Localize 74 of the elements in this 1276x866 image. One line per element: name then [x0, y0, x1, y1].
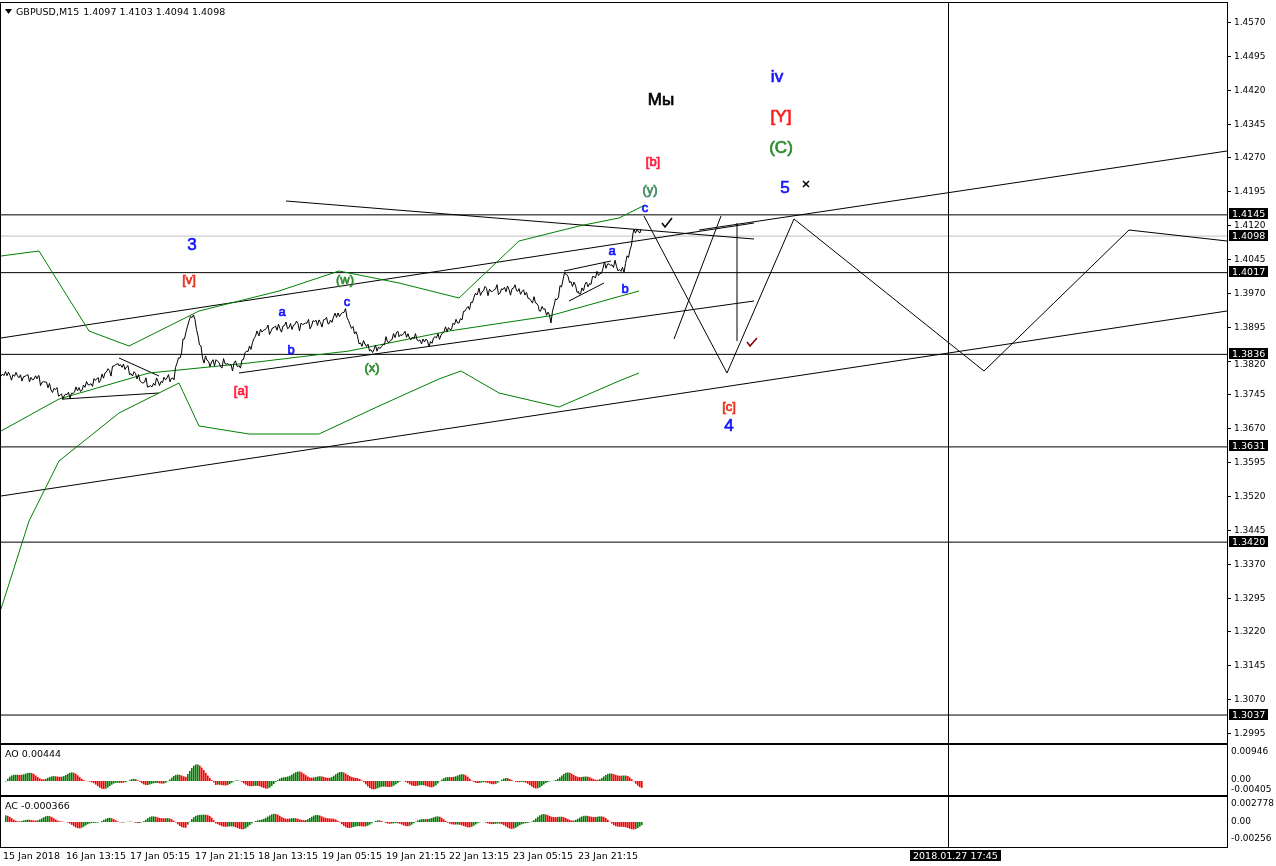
price-level-tag: 1.3631: [1229, 440, 1269, 452]
price-label: 1.3145: [1234, 660, 1266, 671]
wave-label: [c]: [722, 398, 736, 414]
symbol-title: GBPUSD,M15: [16, 6, 80, 17]
price-label: 1.4270: [1234, 152, 1266, 163]
wave-label: c: [641, 199, 649, 215]
price-label: 1.3520: [1234, 491, 1266, 501]
time-label: 19 Jan 05:15: [322, 850, 383, 861]
time-label: 17 Jan 21:15: [195, 850, 256, 861]
price-label: 1.3220: [1234, 626, 1266, 637]
wave-label: (w): [336, 271, 354, 287]
price-label: 1.3745: [1234, 389, 1266, 400]
wave-label: [a]: [233, 382, 249, 398]
time-label: 23 Jan 21:15: [578, 850, 639, 861]
price-level-tag: 1.4145: [1229, 208, 1269, 220]
wave-label: b: [621, 280, 629, 296]
price-level-tag: 1.4098: [1229, 229, 1269, 241]
indicator-title: AC -0.000366: [5, 800, 70, 811]
wave-label: (C): [769, 138, 793, 158]
wave-label: 4: [724, 416, 734, 436]
price-label: 1.3895: [1234, 321, 1266, 332]
scale-label: -0.00256: [1231, 833, 1272, 843]
caret-icon[interactable]: [5, 9, 12, 14]
wave-label: (y): [642, 181, 658, 197]
time-label: 19 Jan 21:15: [386, 850, 447, 861]
time-cursor-tag: 2018.01.27 17:45: [910, 850, 1001, 861]
time-label: 22 Jan 13:15: [449, 850, 510, 861]
price-label: 1.4045: [1234, 254, 1266, 264]
price-level-tag: 1.3836: [1229, 347, 1269, 359]
price-label: 1.3595: [1234, 457, 1266, 468]
time-label: 23 Jan 05:15: [513, 850, 574, 861]
scale-label: 0.00946: [1231, 746, 1269, 756]
price-label: 1.3670: [1234, 423, 1266, 434]
price-level-tag: 1.3420: [1229, 535, 1269, 547]
time-label: 17 Jan 05:15: [130, 850, 191, 861]
price-label: 1.4120: [1234, 219, 1266, 230]
price-label: 1.4495: [1234, 50, 1266, 61]
check-icon: [661, 217, 673, 229]
wave-label: 3: [187, 235, 197, 255]
time-label: 16 Jan 13:15: [66, 850, 127, 861]
wave-label: c: [343, 293, 351, 309]
price-label: 1.3445: [1234, 524, 1266, 535]
scale-label: -0.00405: [1231, 784, 1272, 794]
price-label: 1.3820: [1234, 358, 1266, 369]
price-label: 1.4195: [1234, 186, 1266, 197]
wave-label: 5: [780, 178, 790, 198]
time-label: 15 Jan 2018: [3, 850, 60, 861]
cross-icon: [802, 180, 810, 188]
price-label: 1.3295: [1234, 592, 1266, 603]
wave-label: (x): [364, 359, 380, 375]
quote-text: 1.4097 1.4103 1.4094 1.4098: [83, 6, 226, 17]
wave-label: a: [278, 303, 286, 319]
wave-label: Мы: [647, 90, 675, 110]
price-label: 1.3370: [1234, 558, 1266, 569]
wave-label: [v]: [182, 271, 196, 287]
price-label: 1.4420: [1234, 84, 1266, 95]
wave-label: a: [608, 242, 616, 258]
time-label: 18 Jan 13:15: [258, 850, 319, 861]
scale-label: 0.002778: [1231, 798, 1274, 808]
price-label: 1.3970: [1234, 287, 1266, 298]
indicator-title: AO 0.00444: [5, 748, 62, 759]
price-label: 1.4345: [1234, 118, 1266, 129]
price-label: 1.3070: [1234, 694, 1266, 705]
wave-label: b: [287, 341, 295, 357]
price-level-tag: 1.4017: [1229, 266, 1269, 278]
wave-label: [b]: [645, 153, 661, 169]
price-label: 1.4570: [1234, 17, 1266, 27]
price-level-tag: 1.3037: [1229, 708, 1269, 720]
price-label: 1.2995: [1234, 728, 1266, 738]
wave-label: [Y]: [770, 107, 792, 127]
scale-label: 0.00: [1231, 816, 1252, 826]
check-icon: [746, 337, 758, 348]
scale-label: 0.00: [1231, 774, 1252, 784]
wave-label: iv: [770, 67, 784, 87]
